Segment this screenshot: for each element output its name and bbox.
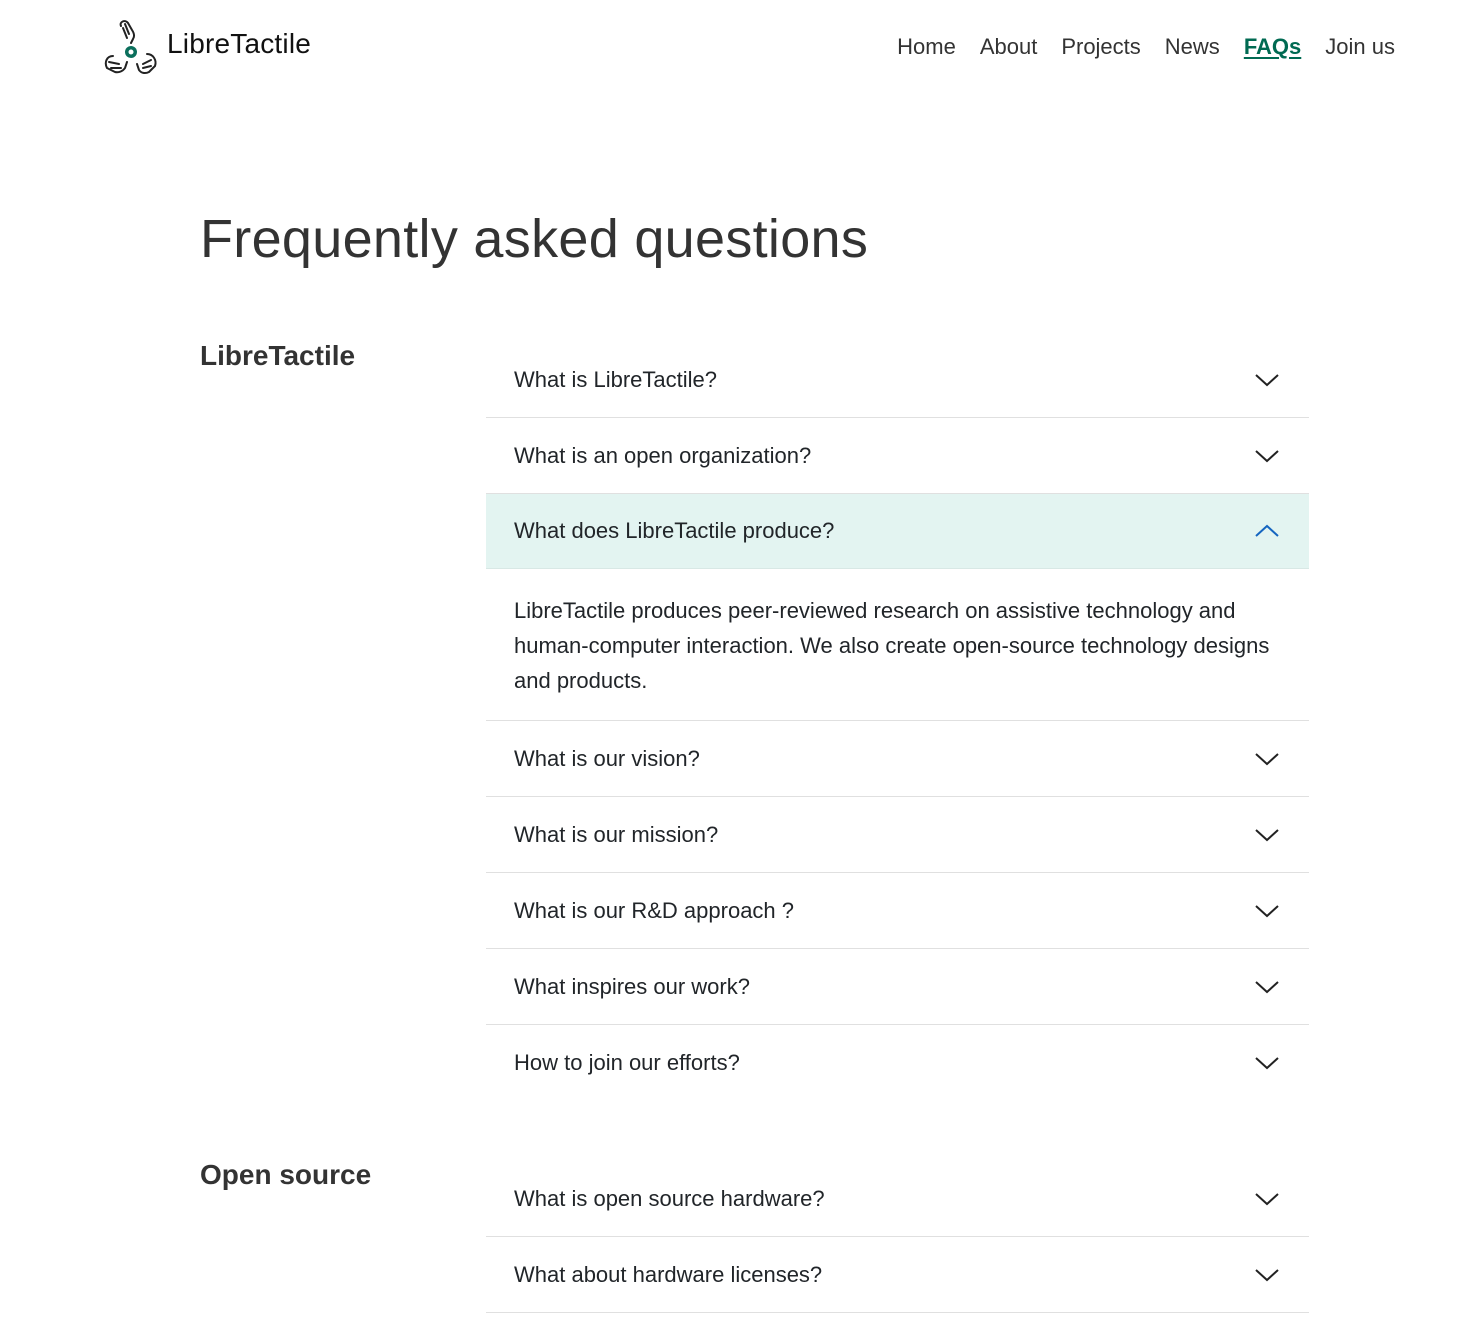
faq-question: What inspires our work?	[514, 973, 750, 999]
faq-question-button[interactable]: What is an open organization?	[486, 418, 1309, 493]
chevron-down-icon	[1255, 980, 1279, 993]
faq-item: What is an open organization?	[486, 418, 1309, 494]
faq-question-button[interactable]: What inspires our work?	[486, 949, 1309, 1024]
faq-question: What is LibreTactile?	[514, 366, 717, 392]
chevron-down-icon	[1255, 449, 1279, 462]
faq-question: How to join our efforts?	[514, 1049, 740, 1075]
faq-question-button[interactable]: What is our mission?	[486, 797, 1309, 872]
faq-question-button[interactable]: What is our R&D approach ?	[486, 873, 1309, 948]
faq-item: What is open source hardware?	[486, 1161, 1309, 1237]
faq-question: What is our vision?	[514, 745, 700, 771]
brand-link[interactable]: LibreTactile	[101, 18, 311, 76]
faq-item: How to join our efforts?	[486, 1025, 1309, 1100]
faq-question: What does LibreTactile produce?	[514, 518, 835, 543]
faq-question: What about hardware licenses?	[514, 1261, 823, 1287]
faq-item: What about hardware licenses?	[486, 1237, 1309, 1313]
faq-answer: LibreTactile produces peer-reviewed rese…	[514, 598, 1270, 693]
faq-accordion: What is LibreTactile? What is an open or…	[486, 342, 1309, 1100]
faq-question-button[interactable]: What is our vision?	[486, 721, 1309, 796]
faq-item: What inspires our work?	[486, 949, 1309, 1025]
faq-item: What is our vision?	[486, 721, 1309, 797]
brand-name: LibreTactile	[167, 28, 312, 59]
chevron-down-icon	[1255, 373, 1279, 386]
page-title: Frequently asked questions	[200, 209, 869, 269]
chevron-down-icon	[1255, 752, 1279, 765]
chevron-down-icon	[1255, 904, 1279, 917]
faq-question-button[interactable]: What does LibreTactile produce?	[486, 494, 1309, 569]
faq-question-button[interactable]: What about hardware licenses?	[486, 1237, 1309, 1312]
nav-news[interactable]: News	[1153, 32, 1232, 62]
faq-item: What is our mission?	[486, 797, 1309, 873]
section-title: LibreTactile	[200, 340, 356, 371]
nav-about[interactable]: About	[968, 32, 1050, 62]
faq-question-button[interactable]: What is LibreTactile?	[486, 342, 1309, 417]
nav-projects[interactable]: Projects	[1049, 32, 1152, 62]
chevron-down-icon	[1255, 1192, 1279, 1205]
section-title: Open source	[200, 1159, 372, 1190]
chevron-down-icon	[1255, 1268, 1279, 1281]
faq-question: What is an open organization?	[514, 442, 812, 468]
faq-question-button[interactable]: What is open source hardware?	[486, 1161, 1309, 1236]
faq-accordion: What is open source hardware? What about…	[486, 1161, 1309, 1313]
main-nav: Home About Projects News FAQs Join us	[885, 32, 1395, 62]
faq-question: What is our R&D approach ?	[514, 897, 795, 923]
libretactile-logo-icon	[104, 20, 157, 75]
faq-item: What is LibreTactile?	[486, 342, 1309, 418]
chevron-down-icon	[1255, 828, 1279, 841]
faq-question: What is open source hardware?	[514, 1185, 825, 1211]
nav-home[interactable]: Home	[885, 32, 968, 62]
faq-question: What is our mission?	[514, 821, 719, 847]
chevron-down-icon	[1255, 1056, 1279, 1069]
faq-question-button[interactable]: How to join our efforts?	[486, 1025, 1309, 1100]
faq-item-expanded: What does LibreTactile produce? LibreTac…	[486, 494, 1309, 721]
chevron-up-icon	[1255, 524, 1279, 537]
nav-join-us[interactable]: Join us	[1313, 32, 1395, 62]
nav-faqs[interactable]: FAQs	[1232, 32, 1313, 62]
faq-item: What is our R&D approach ?	[486, 873, 1309, 949]
navbar: LibreTactile Home About Projects News FA…	[0, 0, 1484, 96]
